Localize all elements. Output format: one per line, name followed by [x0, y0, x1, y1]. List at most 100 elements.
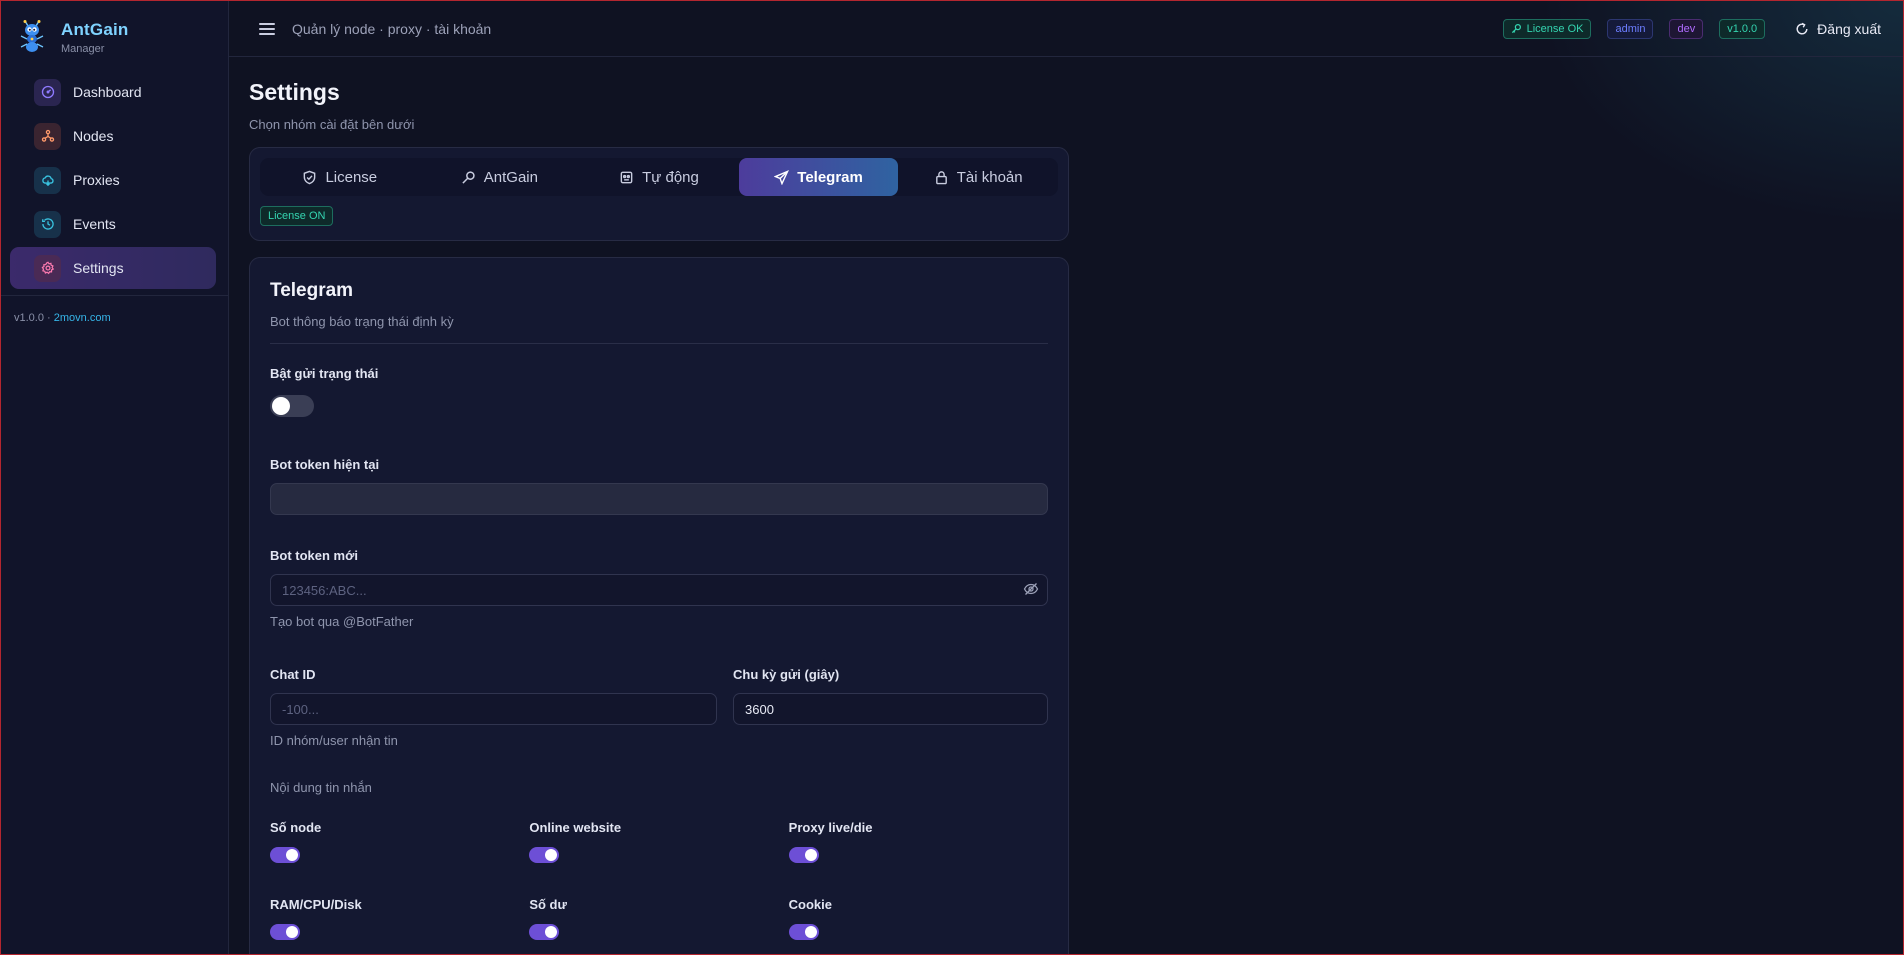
logout-label: Đăng xuất [1817, 20, 1881, 37]
network-icon [34, 122, 61, 150]
key-icon [1511, 24, 1521, 34]
chat-id-hint: ID nhóm/user nhận tin [270, 733, 398, 748]
eye-off-icon[interactable] [1023, 581, 1039, 597]
option-node-count: Số node [270, 820, 529, 863]
sidebar-item-settings[interactable]: Settings [10, 247, 216, 289]
page-subtitle: Chọn nhóm cài đặt bên dưới [249, 117, 415, 132]
message-options-row-1: Số node Online website Proxy live/die [270, 820, 1048, 863]
topbar-title: Quản lý node · proxy · tài khoản [292, 20, 492, 37]
option-toggle[interactable] [529, 924, 560, 940]
footer-link[interactable]: 2movn.com [54, 312, 111, 324]
message-content-label: Nội dung tin nhắn [270, 780, 372, 795]
new-token-label: Bot token mới [270, 548, 358, 563]
option-label: Cookie [788, 897, 832, 912]
option-toggle[interactable] [270, 847, 300, 863]
sidebar-item-label: Settings [73, 260, 124, 276]
current-token-label: Bot token hiện tại [270, 457, 380, 472]
version-badge: v1.0.0 [1719, 18, 1766, 39]
option-label: RAM/CPU/Disk [270, 897, 362, 912]
settings-content: Settings Chọn nhóm cài đặt bên dưới Lice… [229, 57, 1069, 954]
brand-subtitle: Manager [61, 42, 105, 55]
chat-interval-row: Chat ID ID nhóm/user nhận tin Chu kỳ gửi… [270, 667, 1048, 748]
page-title: Settings [249, 79, 340, 105]
current-token-input [270, 483, 1048, 515]
lock-icon [935, 170, 947, 184]
option-cookie: Cookie [788, 897, 1048, 940]
logout-button[interactable]: Đăng xuất [1795, 21, 1881, 37]
cloud-icon [34, 166, 61, 194]
option-toggle[interactable] [788, 924, 819, 940]
chat-id-label: Chat ID [270, 667, 316, 682]
hamburger-menu-icon[interactable] [259, 21, 275, 37]
gauge-icon [34, 78, 61, 106]
tab-telegram[interactable]: Telegram [738, 158, 899, 196]
brand-name: AntGain [61, 19, 129, 39]
section-title: Telegram [270, 280, 354, 301]
new-token-input[interactable] [270, 574, 1048, 606]
chat-id-field: Chat ID ID nhóm/user nhận tin [270, 667, 717, 748]
main-area: Quản lý node · proxy · tài khoản License… [229, 1, 1903, 954]
sidebar: AntGain Manager Dashboard Nodes Proxies … [1, 1, 229, 954]
sidebar-item-dashboard[interactable]: Dashboard [10, 71, 216, 113]
shield-check-icon [304, 170, 316, 184]
sidebar-item-label: Proxies [73, 172, 120, 188]
sidebar-item-label: Dashboard [73, 84, 142, 100]
topbar-right: License OK admin dev v1.0.0 Đăng xuất [1502, 18, 1881, 39]
footer-version: v1.0.0 · [14, 312, 51, 324]
sidebar-item-proxies[interactable]: Proxies [10, 159, 216, 201]
option-proxy-live-die: Proxy live/die [788, 820, 1048, 863]
enable-status-field: Bật gửi trạng thái [270, 366, 1048, 417]
tab-label: AntGain [483, 168, 538, 186]
interval-label: Chu kỳ gửi (giây) [733, 667, 840, 682]
current-token-field: Bot token hiện tại [270, 457, 1048, 515]
option-label: Online website [529, 820, 622, 835]
settings-tabs-card: License AntGain Tự động Telegram Tài kho… [249, 147, 1069, 241]
tab-label: License [325, 168, 378, 186]
key-icon [462, 170, 475, 184]
sidebar-footer: v1.0.0 · 2movn.com [1, 296, 228, 340]
tab-auto[interactable]: Tự động [579, 158, 739, 196]
message-options-row-2: RAM/CPU/Disk Số dư Cookie [270, 897, 1048, 940]
enable-status-label: Bật gửi trạng thái [270, 366, 379, 381]
topbar: Quản lý node · proxy · tài khoản License… [229, 1, 1903, 57]
option-ram-cpu-disk: RAM/CPU/Disk [270, 897, 529, 940]
sidebar-item-events[interactable]: Events [10, 203, 216, 245]
new-token-hint: Tạo bot qua @BotFather [270, 614, 414, 629]
gear-icon [34, 254, 61, 282]
option-label: Số node [270, 820, 322, 835]
chat-id-input[interactable] [270, 693, 717, 725]
tab-license[interactable]: License [260, 158, 420, 196]
telegram-settings-card: Telegram Bot thông báo trạng thái định k… [249, 257, 1069, 954]
settings-tabs: License AntGain Tự động Telegram Tài kho… [260, 158, 1058, 196]
tab-account[interactable]: Tài khoản [898, 158, 1058, 196]
env-badge-dev: dev [1669, 18, 1704, 39]
sidebar-item-label: Nodes [73, 128, 114, 144]
interval-input[interactable] [733, 693, 1048, 725]
section-subtitle: Bot thông báo trạng thái định kỳ [270, 314, 454, 329]
option-toggle[interactable] [788, 847, 819, 863]
tab-label: Tự động [642, 168, 699, 186]
option-balance: Số dư [529, 897, 788, 940]
sidebar-item-nodes[interactable]: Nodes [10, 115, 216, 157]
tab-label: Telegram [797, 168, 863, 186]
tab-antgain[interactable]: AntGain [420, 158, 580, 196]
clock-icon [34, 210, 61, 238]
interval-field: Chu kỳ gửi (giây) [733, 667, 1048, 748]
option-online-website: Online website [529, 820, 788, 863]
option-label: Proxy live/die [788, 820, 873, 835]
sidebar-item-label: Events [73, 216, 116, 232]
sidebar-nav: Dashboard Nodes Proxies Events Settings [1, 57, 228, 289]
logout-icon [1796, 22, 1808, 34]
send-icon [774, 169, 790, 185]
brand[interactable]: AntGain Manager [1, 1, 228, 57]
license-status-badge: License OK [1502, 18, 1592, 39]
role-badge-admin: admin [1607, 18, 1654, 39]
option-toggle[interactable] [270, 924, 300, 940]
section-divider [270, 343, 1048, 344]
license-on-badge: License ON [260, 206, 334, 226]
ant-logo-icon [20, 20, 44, 52]
enable-status-toggle[interactable] [270, 395, 314, 417]
new-token-field: Bot token mới Tạo bot qua @BotFather [270, 548, 1048, 629]
option-label: Số dư [529, 897, 567, 912]
option-toggle[interactable] [529, 847, 560, 863]
